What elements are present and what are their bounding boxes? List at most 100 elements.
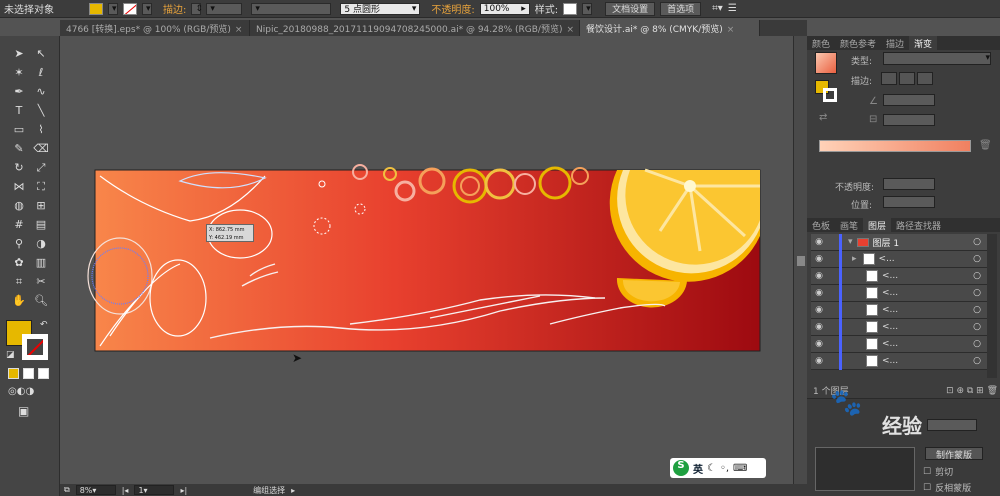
target-icon[interactable]: ○ <box>973 339 981 349</box>
slice-tool-icon[interactable]: ✂ <box>30 272 52 291</box>
tab-layers[interactable]: 图层 <box>863 218 892 232</box>
delete-stop-icon[interactable]: 🗑︎ <box>979 140 992 151</box>
gradient-slider[interactable] <box>819 140 971 152</box>
sublayer-row[interactable]: ◉ <... ○ <box>811 352 987 370</box>
transparency-opacity-input[interactable] <box>927 419 977 431</box>
pen-tool-icon[interactable]: ✒ <box>8 82 30 101</box>
scroll-thumb[interactable] <box>797 256 805 266</box>
expand-arrow-icon[interactable]: ▾ <box>848 237 853 247</box>
eye-icon[interactable]: ◉ <box>811 254 827 264</box>
close-icon[interactable]: × <box>727 25 735 35</box>
none-mode-icon[interactable] <box>38 368 49 379</box>
aspect-input[interactable] <box>883 114 935 126</box>
ime-toolbar[interactable]: S 英 ☾ ◦, ⌨ <box>670 458 766 478</box>
rectangle-tool-icon[interactable]: ▭ <box>8 120 30 139</box>
artboard-number-dropdown[interactable]: 1 ▾ <box>134 485 175 495</box>
line-tool-icon[interactable]: ╲ <box>30 101 52 120</box>
eye-icon[interactable]: ◉ <box>811 305 827 315</box>
sublayer-row[interactable]: ◉ <... ○ <box>811 335 987 353</box>
eye-icon[interactable]: ◉ <box>811 339 827 349</box>
type-tool-icon[interactable]: T <box>8 101 30 120</box>
ime-language[interactable]: 英 <box>693 461 703 476</box>
brush-dropdown[interactable]: 5 点圆形 ▾ <box>340 2 421 15</box>
blend-tool-icon[interactable]: ◑ <box>30 234 52 253</box>
hand-tool-icon[interactable]: ✋ <box>8 291 30 310</box>
fill-dropdown[interactable]: ▾ <box>108 2 118 15</box>
artboard-artwork[interactable] <box>60 36 793 484</box>
opacity-input[interactable] <box>883 178 935 190</box>
eraser-tool-icon[interactable]: ⌫ <box>30 139 52 158</box>
sublayer-row[interactable]: ◉ <... ○ <box>811 301 987 319</box>
stroke-swatch-small[interactable] <box>823 88 837 102</box>
target-icon[interactable]: ○ <box>973 288 981 298</box>
style-dropdown[interactable]: ▾ <box>582 2 593 15</box>
column-graph-tool-icon[interactable]: ▥ <box>30 253 52 272</box>
free-transform-tool-icon[interactable]: ⛶ <box>30 177 52 196</box>
eyedropper-tool-icon[interactable]: ⚲ <box>8 234 30 253</box>
status-mode[interactable]: 编组选择 <box>253 485 285 496</box>
default-colors-icon[interactable]: ◪ <box>6 350 15 360</box>
mask-thumb[interactable] <box>815 447 915 491</box>
fill-swatch[interactable] <box>89 2 103 15</box>
style-swatch[interactable] <box>563 2 578 15</box>
gradient-preview[interactable] <box>815 52 837 74</box>
eye-icon[interactable]: ◉ <box>811 237 827 247</box>
artboard-nav-icon[interactable]: ⧉ <box>64 485 70 495</box>
close-icon[interactable]: × <box>235 25 243 35</box>
draw-mode-icon[interactable]: ◎◐◑ <box>8 386 34 397</box>
artboard-tool-icon[interactable]: ⌗ <box>8 272 30 291</box>
shape-builder-tool-icon[interactable]: ◍ <box>8 196 30 215</box>
target-icon[interactable]: ○ <box>973 322 981 332</box>
close-icon[interactable]: × <box>566 25 574 35</box>
magic-wand-tool-icon[interactable]: ✶ <box>8 63 30 82</box>
layer-row[interactable]: ◉ ▾ 图层 1 ○ <box>811 233 987 251</box>
next-artboard-icon[interactable]: ▸| <box>180 486 187 495</box>
selection-tool-icon[interactable]: ➤ <box>8 44 30 63</box>
tab-document-2[interactable]: Nipic_20180988_20171119094708245000.ai* … <box>250 20 580 36</box>
stroke-label[interactable]: 描边: <box>163 1 186 16</box>
document-setup-button[interactable]: 文档设置 <box>605 1 656 16</box>
mesh-tool-icon[interactable]: # <box>8 215 30 234</box>
angle-input[interactable] <box>883 94 935 106</box>
gradient-mode-icon[interactable] <box>23 368 34 379</box>
eye-icon[interactable]: ◉ <box>811 322 827 332</box>
curvature-tool-icon[interactable]: ∿ <box>30 82 52 101</box>
canvas-area[interactable]: X: 862.75 mm Y: 462.19 mm ➤ <box>60 36 793 484</box>
tab-stroke[interactable]: 描边 <box>881 36 909 50</box>
tab-brushes[interactable]: 画笔 <box>835 218 863 232</box>
paintbrush-tool-icon[interactable]: ⌇ <box>30 120 52 139</box>
sublayer-row[interactable]: ◉ <... ○ <box>811 284 987 302</box>
tab-pathfinder[interactable]: 路径查找器 <box>891 218 946 232</box>
target-icon[interactable]: ○ <box>973 271 981 281</box>
layers-scrollbar[interactable] <box>987 234 997 378</box>
tab-document-3[interactable]: 餐饮设计.ai* @ 8% (CMYK/预览) × <box>580 20 760 36</box>
vertical-scrollbar[interactable] <box>793 36 807 484</box>
pencil-tool-icon[interactable]: ✎ <box>8 139 30 158</box>
make-mask-button[interactable]: 制作蒙版 <box>925 447 983 461</box>
opacity-label[interactable]: 不透明度: <box>431 1 474 16</box>
perspective-grid-tool-icon[interactable]: ⊞ <box>30 196 52 215</box>
stroke-weight-input[interactable]: ▾ <box>206 2 243 15</box>
screen-mode-icon[interactable]: ▣ <box>18 404 29 418</box>
sublayer-row[interactable]: ◉ <... ○ <box>811 318 987 336</box>
stroke-dropdown[interactable]: ▾ <box>142 2 152 15</box>
sublayer-row[interactable]: ◉ <... ○ <box>811 267 987 285</box>
direct-selection-tool-icon[interactable]: ↖ <box>30 44 52 63</box>
gradient-type-dropdown[interactable]: ▾ <box>883 52 991 65</box>
tab-document-1[interactable]: 4766 [转换].eps* @ 100% (RGB/预览) × <box>60 20 250 36</box>
tab-color[interactable]: 颜色 <box>807 36 835 50</box>
tab-gradient[interactable]: 渐变 <box>909 36 938 50</box>
variable-width-profile[interactable]: ▾ <box>251 2 332 15</box>
zoom-dropdown[interactable]: 8% ▾ <box>75 485 116 495</box>
status-menu-icon[interactable]: ▸ <box>291 486 295 495</box>
stroke-weight-stepper[interactable]: ⇕ <box>191 2 203 15</box>
preferences-button[interactable]: 首选项 <box>660 1 702 16</box>
sublayer-row[interactable]: ◉ ▸ <... ○ <box>811 250 987 268</box>
ime-keyboard-icon[interactable]: ⌨ <box>733 463 747 474</box>
zoom-tool-icon[interactable]: 🔍︎ <box>30 291 52 310</box>
reverse-gradient-icon[interactable]: ⇄ <box>819 112 827 123</box>
rotate-tool-icon[interactable]: ↻ <box>8 158 30 177</box>
stroke-color-box[interactable] <box>22 334 48 360</box>
ime-punct-icon[interactable]: ◦, <box>720 463 729 474</box>
eye-icon[interactable]: ◉ <box>811 288 827 298</box>
